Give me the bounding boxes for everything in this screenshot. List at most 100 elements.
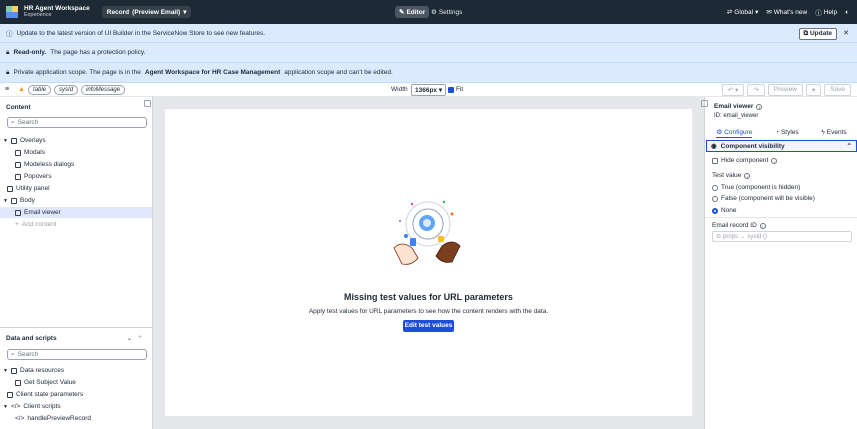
tab-styles[interactable]: ◔ Styles (775, 127, 799, 138)
radio-label: None (721, 207, 737, 214)
divider (0, 327, 152, 328)
email-record-label: Email record ID i (712, 222, 766, 229)
radio-icon (712, 184, 718, 191)
email-record-input[interactable]: ⊘ props → sysId () (712, 231, 852, 242)
tree-item-email-viewer[interactable]: Email viewer (15, 207, 61, 218)
width-select[interactable]: 1366px ▾ (411, 84, 447, 96)
scope-text-1: Private application scope. The page is i… (13, 69, 141, 76)
layers-icon (11, 137, 17, 144)
help-label: Help (823, 8, 838, 16)
add-content-label: Add content (21, 221, 57, 228)
tab-configure[interactable]: ⚙ Configure (716, 127, 753, 138)
info-icon[interactable]: i (744, 172, 751, 179)
component-id: ID: email_viewer (714, 113, 759, 119)
scope-picker[interactable]: ⇄ Global ▾ (727, 8, 759, 17)
tree-item-body[interactable]: ▼ Body (3, 195, 35, 206)
tree-item-modals[interactable]: Modals (15, 147, 45, 158)
add-content-button[interactable]: + Add content (15, 219, 57, 230)
page-selector[interactable]: Record (Preview Email) ▾ (101, 6, 192, 18)
url-param-chip[interactable]: infoMessage (81, 84, 126, 95)
caret-down-icon: ▼ (3, 403, 8, 410)
page-canvas[interactable]: Missing test values for URL parameters A… (165, 109, 692, 416)
collapse-panel-icon[interactable] (701, 100, 708, 107)
tree-item-get-subject[interactable]: Get Subject Value (15, 377, 76, 388)
caret-down-icon: ▼ (3, 197, 8, 204)
data-search-input[interactable]: ⌕ Search (7, 349, 147, 360)
radio-label: True (component is hidden) (721, 184, 801, 191)
radio-false[interactable]: False (component will be visible) (712, 195, 815, 202)
tree-label: Utility panel (16, 185, 50, 192)
redo-button[interactable]: ↷ (747, 84, 765, 96)
whats-new-label: What's new (773, 8, 808, 16)
empty-state-subtitle: Apply test values for URL parameters to … (308, 308, 549, 315)
collapse-panel-icon[interactable] (144, 100, 151, 107)
search-icon: ⌕ (11, 350, 15, 358)
chevron-down-icon: ▾ (438, 87, 443, 94)
chevron-down-icon: ▾ (183, 9, 187, 16)
tree-item-client-scripts[interactable]: ▼ </> Client scripts (3, 401, 61, 412)
test-value-text: Test value (712, 172, 742, 179)
help-icon: ⓘ (815, 10, 822, 17)
tree-label: handlePreviewRecord (27, 415, 91, 422)
modal-icon (15, 149, 21, 156)
tree-item-overlays[interactable]: ▼ Overlays (3, 135, 46, 146)
help-button[interactable]: ⓘ Help (815, 7, 838, 18)
save-button[interactable]: Save (824, 84, 851, 96)
tree-label: Client scripts (23, 403, 61, 410)
info-icon[interactable]: i (756, 103, 763, 110)
url-param-chip[interactable]: table (28, 84, 52, 95)
gear-icon: ⚙ (431, 9, 437, 16)
url-param-chip[interactable]: sysId (54, 84, 79, 95)
warning-icon[interactable]: ▲ (18, 86, 25, 93)
close-icon[interactable]: ✕ (843, 29, 849, 37)
radio-none[interactable]: None (712, 207, 737, 214)
chevron-down-icon[interactable]: ⌄ (127, 335, 132, 342)
fit-checkbox[interactable]: Fit (448, 86, 463, 93)
settings-label: Settings (438, 8, 463, 16)
scope-banner: 🔒︎ Private application scope. The page i… (0, 63, 857, 83)
tree-item-modeless[interactable]: Modeless dialogs (15, 159, 74, 170)
tree-item-handle-preview[interactable]: </> handlePreviewRecord (15, 413, 91, 424)
info-icon: ⓘ (6, 31, 13, 38)
radio-icon (712, 195, 718, 202)
tree-label: Overlays (20, 137, 46, 144)
tree-item-utility[interactable]: Utility panel (7, 183, 50, 194)
plus-icon[interactable]: + (138, 334, 142, 341)
edit-test-values-button[interactable]: Edit test values (403, 320, 454, 332)
editor-mode-button[interactable]: ✎ Editor (395, 6, 430, 18)
tab-events[interactable]: ϟ Events (821, 127, 846, 138)
component-visibility-section[interactable]: ◉ Component visibility ⌃ (706, 140, 857, 152)
chevron-up-icon: ⌃ (846, 143, 852, 150)
tree-item-data-resources[interactable]: ▼ Data resources (3, 365, 64, 376)
update-button[interactable]: ⧉ Update (798, 28, 837, 40)
empty-state-title: Missing test values for URL parameters (344, 292, 513, 302)
canvas-toolbar: ≡ ▲ table sysId infoMessage Width 1366px… (0, 83, 857, 97)
whats-new-button[interactable]: ✉ What's new (766, 8, 808, 17)
divider (705, 217, 857, 218)
info-icon[interactable]: i (771, 157, 778, 164)
radio-true[interactable]: True (component is hidden) (712, 184, 800, 191)
top-bar: HR Agent Workspace Experience Record (Pr… (0, 0, 857, 24)
menu-icon[interactable]: ≡ (5, 86, 9, 93)
tree-label: Popovers (24, 173, 52, 180)
dialog-icon (15, 161, 21, 168)
component-name: Email viewer (714, 103, 754, 110)
preview-menu-button[interactable]: ▾ (805, 84, 822, 96)
tree-item-client-state[interactable]: Client state parameters (7, 389, 83, 400)
theme-toggle[interactable]: ◐ (845, 9, 849, 16)
contrast-icon: ◐ (845, 8, 849, 16)
content-search-input[interactable]: ⌕ Search (7, 117, 147, 128)
tab-label: Configure (724, 128, 753, 136)
info-icon[interactable]: i (759, 222, 766, 229)
hide-component-checkbox[interactable]: Hide component i (712, 157, 778, 164)
undo-button[interactable]: ↶ ▾ (721, 84, 745, 96)
tree-label: Get Subject Value (24, 379, 76, 386)
tree-item-popovers[interactable]: Popovers (15, 171, 51, 182)
settings-mode-button[interactable]: ⚙ Settings (427, 6, 466, 18)
width-value: 1366px (415, 87, 438, 94)
config-tabs: ⚙ Configure ◔ Styles ϟ Events (705, 127, 857, 138)
tab-label: Events (826, 129, 847, 136)
tab-label: Styles (780, 129, 799, 136)
hide-component-label: Hide component (721, 157, 769, 164)
preview-button[interactable]: Preview (767, 84, 803, 96)
